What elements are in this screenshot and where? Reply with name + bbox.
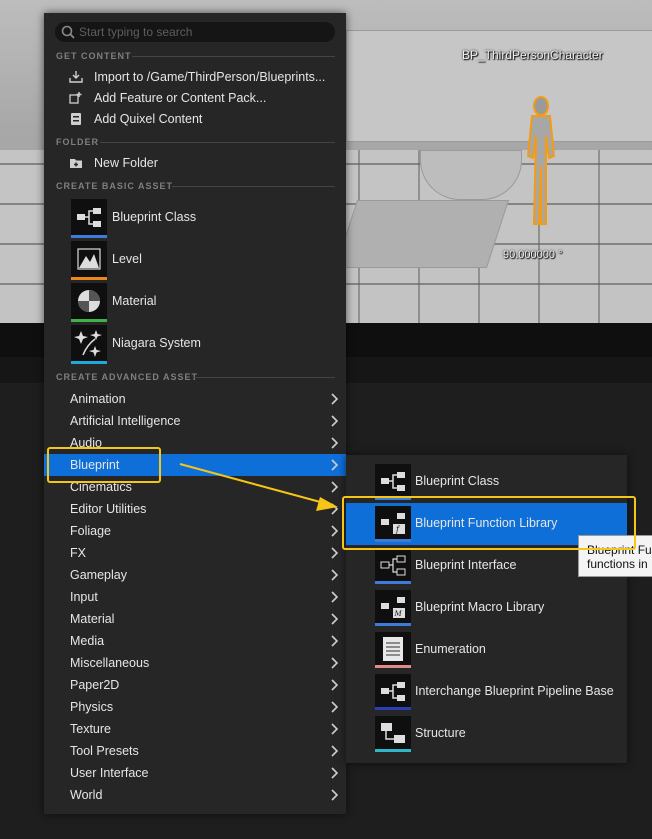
annotation-arrow [179, 463, 338, 511]
